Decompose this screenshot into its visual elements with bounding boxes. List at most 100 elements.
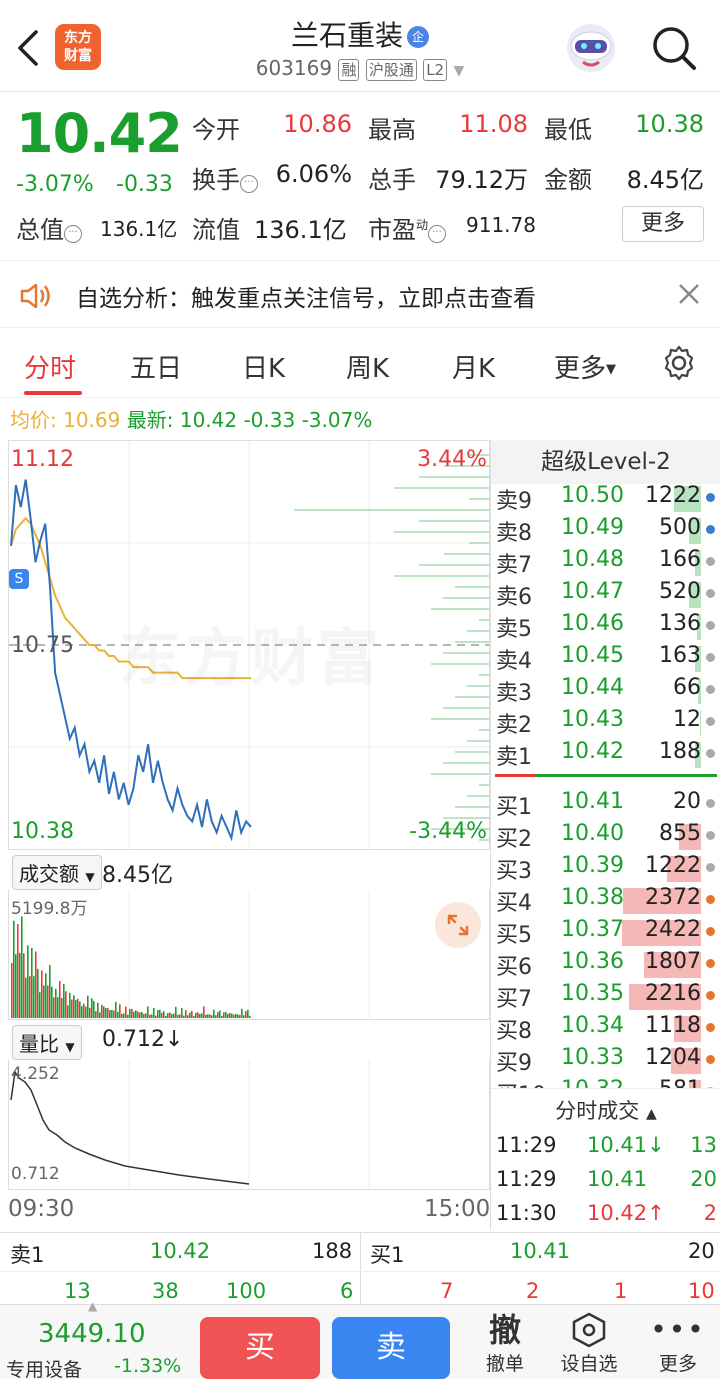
status-dot xyxy=(706,589,715,598)
tab-more[interactable]: 更多▼ xyxy=(554,348,616,385)
volume-bar xyxy=(243,1015,245,1018)
more-button[interactable]: ••• 更多 xyxy=(650,1311,706,1376)
tab-five-day[interactable]: 五日 xyxy=(130,348,182,385)
volume-bar xyxy=(213,1009,215,1018)
caret-down-icon: ▼ xyxy=(65,1040,75,1054)
sell-button[interactable]: 卖 xyxy=(332,1317,450,1379)
assistant-robot-icon[interactable] xyxy=(563,20,619,76)
volume-ratio-chart[interactable]: 4.252 0.712 xyxy=(8,1060,490,1190)
add-watchlist-label: 设自选 xyxy=(560,1353,618,1375)
tab-intraday[interactable]: 分时 xyxy=(24,348,76,385)
level-price: 10.38 xyxy=(561,885,624,910)
sector-name[interactable]: 专用设备 xyxy=(6,1355,82,1379)
order-book-row[interactable]: 卖8 10.49 500 xyxy=(491,514,720,546)
cancel-order-icon: 撤 xyxy=(488,1311,521,1349)
status-dot xyxy=(706,831,715,840)
volume-bar xyxy=(247,1009,249,1018)
tab-monthly-k[interactable]: 月K xyxy=(452,348,495,385)
volume-bar xyxy=(201,1013,203,1018)
order-book-row[interactable]: 买9 10.33 1204 xyxy=(491,1044,720,1076)
volume-bar xyxy=(143,1014,145,1018)
level-qty: 188 xyxy=(659,739,701,764)
volume-label: 总手 xyxy=(368,166,416,194)
volume-bar xyxy=(175,1006,177,1018)
hexagon-icon xyxy=(572,1312,606,1348)
volume-bar xyxy=(109,1009,111,1018)
volume-bar xyxy=(225,1011,227,1018)
order-book-row[interactable]: 买7 10.35 2216 xyxy=(491,980,720,1012)
volume-bar xyxy=(179,1014,181,1018)
order-book-row[interactable]: 买1 10.41 20 xyxy=(491,788,720,820)
order-book-row[interactable]: 卖5 10.46 136 xyxy=(491,610,720,642)
level-name: 卖6 xyxy=(496,585,532,610)
chevron-down-icon[interactable]: ▼ xyxy=(453,63,464,79)
volume-bar xyxy=(187,1015,189,1018)
volume-bar xyxy=(91,998,93,1018)
order-book-row[interactable]: 买4 10.38 2372 xyxy=(491,884,720,916)
order-book-row[interactable]: 卖4 10.45 163 xyxy=(491,642,720,674)
cancel-order-button[interactable]: 撤 撤单 xyxy=(480,1311,530,1376)
volume-bar xyxy=(191,1011,193,1018)
info-icon[interactable]: ··· xyxy=(64,225,82,243)
order-book-title[interactable]: 超级Level-2 xyxy=(491,440,720,484)
turnover-value: 6.06% xyxy=(275,160,352,188)
close-icon[interactable] xyxy=(678,283,700,305)
order-book-row[interactable]: 买3 10.39 1222 xyxy=(491,852,720,884)
expand-icon[interactable] xyxy=(435,902,481,948)
level-name: 买7 xyxy=(496,987,532,1012)
order-book-row[interactable]: 买2 10.40 855 xyxy=(491,820,720,852)
volume-bar xyxy=(141,1012,143,1018)
volume-bar xyxy=(149,1014,151,1018)
pe-label: 市盈 xyxy=(368,216,416,244)
buy-button[interactable]: 买 xyxy=(200,1317,320,1379)
order-book-row[interactable]: 买5 10.37 2422 xyxy=(491,916,720,948)
info-icon[interactable]: ··· xyxy=(240,175,258,193)
status-dot xyxy=(706,863,715,872)
order-book-row[interactable]: 卖7 10.48 166 xyxy=(491,546,720,578)
tab-more-label: 更多 xyxy=(554,354,607,384)
volume-bar xyxy=(161,1012,163,1018)
volume-bar xyxy=(65,991,67,1018)
s-marker[interactable]: S xyxy=(9,569,29,589)
volume-bar xyxy=(111,1010,113,1018)
volume-bar xyxy=(237,1014,239,1018)
volume-bar xyxy=(45,973,47,1018)
level-qty: 166 xyxy=(659,547,701,572)
tick-qty: 20 xyxy=(690,1167,717,1191)
chart-tabs: 分时 五日 日K 周K 月K 更多▼ xyxy=(0,328,720,398)
tab-daily-k[interactable]: 日K xyxy=(242,348,285,385)
low-label: 最低 xyxy=(544,116,592,144)
volume-chart[interactable]: 5199.8万 xyxy=(8,890,490,1020)
order-book-row[interactable]: 卖6 10.47 520 xyxy=(491,578,720,610)
sector-index-value[interactable]: 3449.10 xyxy=(38,1319,146,1349)
volume-ratio-selector[interactable]: 量比 ▼ xyxy=(12,1025,82,1060)
volume-bar xyxy=(79,1001,81,1018)
order-book-row[interactable]: 卖2 10.43 12 xyxy=(491,706,720,738)
add-watchlist-button[interactable]: 设自选 xyxy=(556,1311,622,1376)
gear-icon[interactable] xyxy=(660,344,698,382)
order-book-row[interactable]: 卖9 10.50 1222 xyxy=(491,482,720,514)
analysis-notice[interactable]: 自选分析：触发重点关注信号，立即点击查看 xyxy=(0,260,720,328)
sell1-qty: 188 xyxy=(312,1239,353,1263)
order-book-row[interactable]: 卖3 10.44 66 xyxy=(491,674,720,706)
caret-up-icon[interactable]: ▲ xyxy=(88,1299,97,1313)
intraday-chart[interactable]: 11.12 10.75 10.38 3.44% -3.44% 东方财富 S xyxy=(8,440,490,850)
order-book-row[interactable]: 买8 10.34 1118 xyxy=(491,1012,720,1044)
order-book-row[interactable]: 买6 10.36 1807 xyxy=(491,948,720,980)
level-name: 卖5 xyxy=(496,617,532,642)
quote-more-button[interactable]: 更多 xyxy=(622,206,704,242)
tab-weekly-k[interactable]: 周K xyxy=(346,348,389,385)
active-tab-indicator xyxy=(24,391,82,395)
volume-bar xyxy=(69,992,71,1018)
book-divider xyxy=(495,774,717,777)
level-name: 卖9 xyxy=(496,489,532,514)
sell-tick-1: 13 xyxy=(64,1279,91,1303)
volume-selector[interactable]: 成交额 ▼ xyxy=(12,855,102,890)
level-qty: 855 xyxy=(659,821,701,846)
search-icon[interactable] xyxy=(650,24,698,72)
order-book-row[interactable]: 卖1 10.42 188 xyxy=(491,738,720,770)
level-qty: 2216 xyxy=(645,981,701,1006)
level-price: 10.34 xyxy=(561,1013,624,1038)
info-icon[interactable]: ··· xyxy=(428,225,447,243)
level-price: 10.47 xyxy=(561,579,624,604)
